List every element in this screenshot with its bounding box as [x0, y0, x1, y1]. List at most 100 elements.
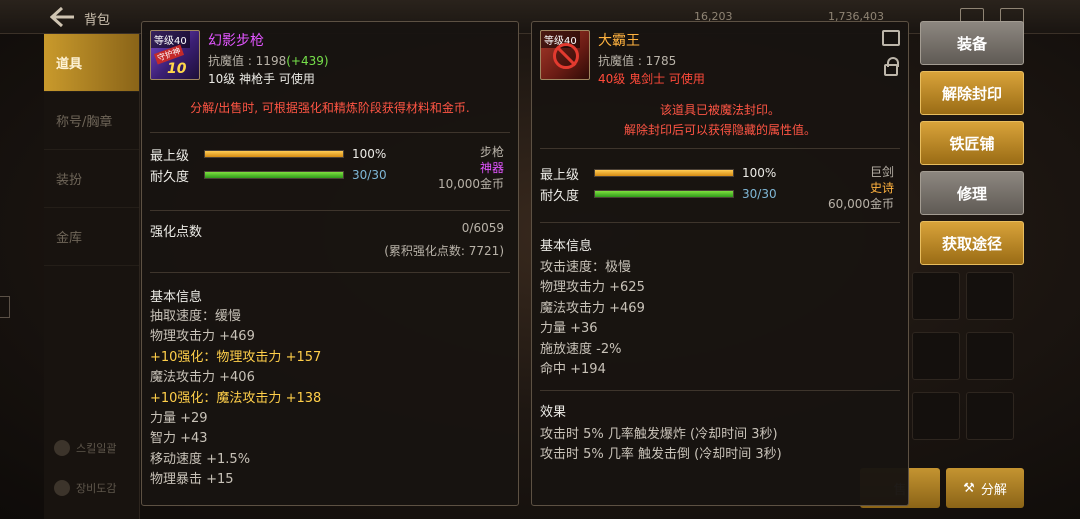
acquire-route-button[interactable]: 获取途径: [920, 221, 1024, 265]
item-price: 60,000金币: [828, 197, 894, 211]
stat-line: 力量 +29: [150, 411, 208, 427]
durability-row: 耐久度 30/30: [540, 185, 777, 204]
stat-line: 抽取速度：缓慢: [150, 309, 242, 324]
bag-title: 背包: [84, 13, 111, 28]
max-level-bar: [204, 150, 344, 158]
seal-message-2: 解除封印后可以获得隐藏的属性值。: [623, 123, 816, 137]
inventory-slot[interactable]: [966, 332, 1014, 380]
max-level-bar: [594, 169, 734, 177]
stat-line: 物理攻击力 +625: [540, 280, 645, 296]
item-price: 10,000金币: [438, 177, 504, 191]
equipment-book-button[interactable]: 장비도감: [54, 480, 116, 496]
inventory-slot[interactable]: [912, 272, 960, 320]
divider: [540, 222, 900, 223]
item-name: 幻影步枪: [208, 33, 264, 49]
item-requirement: 10级 神枪手 可使用: [208, 72, 315, 86]
nav-tab-avatar[interactable]: 装扮: [44, 150, 139, 208]
book-icon: [54, 480, 70, 496]
item-icon-greatsword: 等级40: [540, 30, 590, 80]
item-name: 大霸王: [598, 33, 640, 49]
basic-info-list: 攻击速度：极慢 物理攻击力 +625 魔法攻击力 +469 力量 +36 施放速…: [540, 258, 645, 380]
max-level-label: 最上级: [540, 167, 580, 183]
stat-line: 命中 +194: [540, 362, 606, 378]
disassemble-message: 分解/出售时, 可根据强化和精炼阶段获得材料和金币.: [190, 101, 470, 115]
effect-line: 攻击时 5% 几率 触发击倒 (冷却时间 3秒): [540, 447, 782, 463]
durability-row: 耐久度 30/30: [150, 166, 387, 185]
weapon-type: 巨剑: [869, 165, 894, 179]
divider: [150, 210, 510, 211]
disassemble-icon: ⚒: [963, 480, 975, 496]
skill-bulk-label: 스킬일괄: [76, 442, 117, 455]
nav-tab-titles[interactable]: 称号/胸章: [44, 92, 139, 150]
basic-info-title: 基本信息: [540, 239, 593, 254]
blacksmith-button[interactable]: 铁匠铺: [920, 121, 1024, 165]
max-level-value: 100%: [352, 147, 387, 161]
divider: [540, 148, 900, 149]
disassemble-label: 分解: [980, 482, 1007, 498]
skill-bulk-button[interactable]: 스킬일괄: [54, 440, 116, 456]
item-requirement: 40级 鬼剑士 可使用: [598, 72, 705, 86]
stat-line: 移动速度 +1.5%: [150, 451, 251, 467]
item-tooltip-left: 等级40 守护神 10 幻影步枪 抗魔值 : 1198(+439) 10级 神枪…: [141, 21, 519, 506]
side-tab-handle[interactable]: [0, 296, 10, 318]
max-level-row: 最上级 100%: [540, 164, 777, 183]
resist-bonus: (+439): [286, 54, 329, 68]
durability-value: 30/30: [742, 187, 777, 201]
durability-label: 耐久度: [150, 169, 190, 185]
inventory-slot[interactable]: [912, 332, 960, 380]
resist-value: 抗魔值 : 1785: [598, 54, 677, 68]
stat-line: 魔法攻击力 +469: [540, 300, 645, 316]
effect-line: 攻击时 5% 几率触发爆炸 (冷却时间 3秒): [540, 427, 778, 442]
inventory-slot[interactable]: [966, 272, 1014, 320]
durability-value: 30/30: [352, 168, 387, 182]
stat-line-enhanced: +10强化：物理攻击力 +157: [150, 349, 322, 365]
repair-button[interactable]: 修理: [920, 171, 1024, 215]
equip-button[interactable]: 装备: [920, 21, 1024, 65]
item-level-tag: 等级40: [151, 31, 190, 48]
resist-value: 抗魔值 : 1198(+439): [208, 54, 329, 68]
inventory-slot[interactable]: [966, 392, 1014, 440]
enhance-points-value: 0/6059: [461, 221, 504, 235]
back-arrow-icon[interactable]: [50, 6, 76, 28]
item-tooltip-right: 等级40 大霸王 抗魔值 : 1785 40级 鬼剑士 可使用 该道具已被魔法封…: [531, 21, 909, 506]
lock-icon[interactable]: [884, 57, 899, 76]
stat-line: 物理暴击 +15: [150, 472, 234, 488]
unseal-button[interactable]: 解除封印: [920, 71, 1024, 115]
inventory-slot[interactable]: [912, 392, 960, 440]
item-meta: 巨剑 史诗 60,000金币: [828, 164, 894, 212]
divider: [150, 272, 510, 273]
basic-info-title: 基本信息: [150, 290, 203, 305]
effects-list: 攻击时 5% 几率触发爆炸 (冷却时间 3秒) 攻击时 5% 几率 触发击倒 (…: [540, 425, 782, 466]
durability-bar: [594, 190, 734, 198]
max-level-row: 最上级 100%: [150, 145, 387, 164]
item-meta: 步枪 神器 10,000金币: [438, 144, 504, 192]
item-icon-rifle: 等级40 守护神 10: [150, 30, 200, 80]
max-level-value: 100%: [742, 166, 777, 180]
seal-message-1: 该道具已被魔法封印。: [659, 103, 780, 117]
nav-tab-items[interactable]: 道具: [44, 34, 139, 92]
durability-bar: [204, 171, 344, 179]
weapon-type: 步枪: [479, 145, 504, 159]
stat-line: 力量 +36: [540, 321, 598, 337]
durability-label: 耐久度: [540, 188, 580, 204]
enhance-tag: 10: [167, 61, 187, 77]
item-rarity: 神器: [479, 161, 504, 175]
stat-line: 智力 +43: [150, 431, 208, 447]
divider: [150, 132, 510, 133]
sealed-icon: [553, 43, 579, 69]
effects-title: 效果: [540, 405, 567, 420]
item-rarity: 史诗: [869, 181, 894, 195]
stat-line-enhanced: +10强化：魔法攻击力 +138: [150, 390, 322, 406]
equipment-book-label: 장비도감: [76, 482, 117, 495]
divider: [540, 390, 900, 391]
stat-line: 施放速度 -2%: [540, 341, 622, 357]
skill-icon: [54, 440, 70, 456]
nav-tab-vault[interactable]: 金库: [44, 208, 139, 266]
stat-line: 物理攻击力 +469: [150, 329, 255, 345]
stat-line: 魔法攻击力 +406: [150, 370, 255, 386]
enhance-points-total: (累积强化点数: 7721): [384, 244, 504, 258]
disassemble-button[interactable]: ⚒ 分解: [946, 468, 1024, 508]
share-icon[interactable]: [882, 30, 900, 46]
max-level-label: 最上级: [150, 148, 190, 164]
stat-line: 攻击速度：极慢: [540, 260, 632, 275]
